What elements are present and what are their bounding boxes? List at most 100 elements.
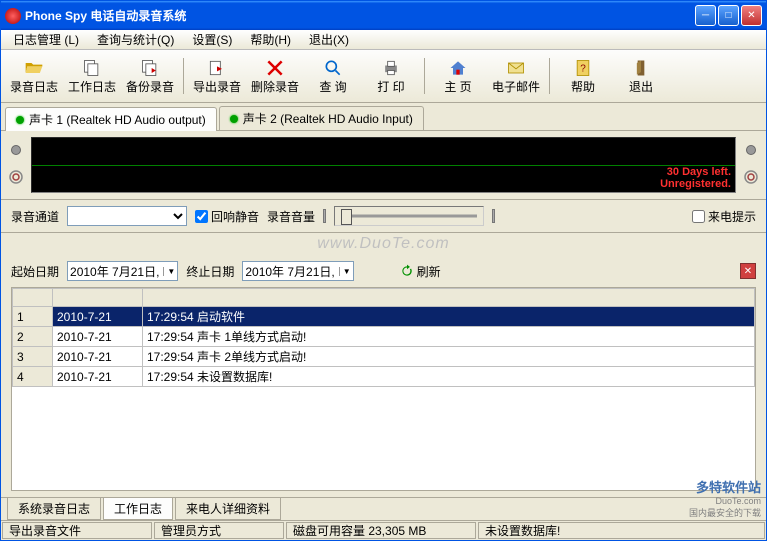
brand-slogan: 国内最安全的下载 (689, 506, 761, 519)
search-icon (323, 58, 343, 78)
start-date-label: 起始日期 (11, 263, 59, 280)
export-icon (207, 58, 227, 78)
slider-end-right (492, 209, 495, 223)
toolbar: 录音日志 工作日志 备份录音 导出录音 删除录音 查 询 打 印 (1, 50, 766, 103)
led-icon (230, 115, 238, 123)
brand-name: 多特软件站 (689, 477, 761, 496)
incoming-hint-input[interactable] (692, 210, 705, 223)
tb-rec-log-label: 录音日志 (10, 78, 58, 95)
svg-text:?: ? (580, 63, 586, 74)
btab-sys-log[interactable]: 系统录音日志 (7, 498, 101, 520)
tab-soundcard-1-label: 声卡 1 (Realtek HD Audio output) (29, 111, 206, 128)
tb-email-label: 电子邮件 (492, 78, 540, 95)
copy-icon (82, 58, 102, 78)
incoming-hint-checkbox[interactable]: 来电提示 (692, 208, 756, 225)
refresh-button[interactable]: 刷新 (400, 263, 441, 280)
brand-url: DuoTe.com (689, 496, 761, 506)
tab-soundcard-2-label: 声卡 2 (Realtek HD Audio Input) (243, 110, 413, 127)
table-row[interactable]: 4 2010-7-21 17:29:54 未设置数据库! (13, 367, 755, 387)
menu-exit[interactable]: 退出(X) (301, 29, 357, 50)
close-button[interactable]: ✕ (741, 5, 762, 26)
end-date-picker[interactable]: 2010年 7月21日, ▼ (242, 261, 353, 281)
row-message: 17:29:54 启动软件 (143, 307, 755, 327)
row-message: 17:29:54 声卡 1单线方式启动! (143, 327, 755, 347)
row-date: 2010-7-21 (53, 307, 143, 327)
status-dot-right (746, 145, 756, 155)
tb-rec-log[interactable]: 录音日志 (7, 54, 61, 98)
menu-log[interactable]: 日志管理 (L) (5, 29, 87, 50)
table-row[interactable]: 1 2010-7-21 17:29:54 启动软件 (13, 307, 755, 327)
tb-exit-label: 退出 (629, 78, 653, 95)
btab-caller-detail[interactable]: 来电人详细资料 (175, 498, 281, 520)
led-icon (16, 116, 24, 124)
row-index: 2 (13, 327, 53, 347)
table-row[interactable]: 2 2010-7-21 17:29:54 声卡 1单线方式启动! (13, 327, 755, 347)
coil-icon[interactable] (8, 169, 24, 185)
tb-home[interactable]: 主 页 (431, 54, 485, 98)
menu-query[interactable]: 查询与统计(Q) (89, 29, 182, 50)
home-icon (448, 58, 468, 78)
menubar: 日志管理 (L) 查询与统计(Q) 设置(S) 帮助(H) 退出(X) (1, 30, 766, 50)
echo-mute-label: 回响静音 (211, 208, 259, 225)
status-admin-mode: 管理员方式 (154, 522, 284, 539)
maximize-button[interactable]: □ (718, 5, 739, 26)
slider-thumb[interactable] (341, 209, 352, 225)
table-row[interactable]: 3 2010-7-21 17:29:54 声卡 2单线方式启动! (13, 347, 755, 367)
status-export-file: 导出录音文件 (2, 522, 152, 539)
tb-print[interactable]: 打 印 (364, 54, 418, 98)
status-db: 未设置数据库! (478, 522, 765, 539)
row-date: 2010-7-21 (53, 367, 143, 387)
help-icon: ? (573, 58, 593, 78)
coil-icon[interactable] (743, 169, 759, 185)
minimize-button[interactable]: ─ (695, 5, 716, 26)
statusbar: 导出录音文件 管理员方式 磁盘可用容量 23,305 MB 未设置数据库! (1, 520, 766, 540)
tb-home-label: 主 页 (444, 78, 471, 95)
delete-icon (265, 58, 285, 78)
log-grid: 1 2010-7-21 17:29:54 启动软件 2 2010-7-21 17… (11, 287, 756, 491)
tab-soundcard-2[interactable]: 声卡 2 (Realtek HD Audio Input) (219, 106, 424, 130)
print-icon (381, 58, 401, 78)
grid-header-row (13, 289, 755, 307)
echo-mute-input[interactable] (195, 210, 208, 223)
tb-export[interactable]: 导出录音 (190, 54, 244, 98)
tb-work-log[interactable]: 工作日志 (65, 54, 119, 98)
panel-close-button[interactable]: ✕ (740, 263, 756, 279)
menu-settings[interactable]: 设置(S) (184, 29, 240, 50)
exit-icon (631, 58, 651, 78)
refresh-label: 刷新 (417, 263, 441, 280)
echo-mute-checkbox[interactable]: 回响静音 (195, 208, 259, 225)
status-dot-left (11, 145, 21, 155)
folder-open-icon (24, 58, 44, 78)
controls-row: 录音通道 回响静音 录音音量 来电提示 (1, 200, 766, 233)
chevron-down-icon: ▼ (163, 267, 175, 276)
tb-delete[interactable]: 删除录音 (248, 54, 302, 98)
tb-exit[interactable]: 退出 (614, 54, 668, 98)
watermark: www.DuoTe.com (1, 233, 766, 255)
channel-select[interactable] (67, 206, 187, 226)
tb-export-label: 导出录音 (193, 78, 241, 95)
tb-backup[interactable]: 备份录音 (123, 54, 177, 98)
start-date-value: 2010年 7月21日, (70, 263, 159, 280)
grid-header-message[interactable] (143, 289, 755, 307)
row-date: 2010-7-21 (53, 347, 143, 367)
volume-slider[interactable] (334, 206, 484, 226)
brand-watermark: 多特软件站 DuoTe.com 国内最安全的下载 (689, 477, 761, 519)
volume-label: 录音音量 (267, 208, 315, 225)
menu-help[interactable]: 帮助(H) (242, 29, 299, 50)
toolbar-separator (424, 58, 425, 94)
tb-help[interactable]: ? 帮助 (556, 54, 610, 98)
trial-notice: 30 Days left. Unregistered. (660, 166, 731, 190)
backup-icon (140, 58, 160, 78)
start-date-picker[interactable]: 2010年 7月21日, ▼ (67, 261, 178, 281)
grid-header-date[interactable] (53, 289, 143, 307)
window-title: Phone Spy 电话自动录音系统 (25, 7, 695, 24)
waveform-display: 30 Days left. Unregistered. (31, 137, 736, 193)
tb-email[interactable]: 电子邮件 (489, 54, 543, 98)
tb-search[interactable]: 查 询 (306, 54, 360, 98)
trial-unregistered: Unregistered. (660, 178, 731, 190)
btab-work-log[interactable]: 工作日志 (103, 498, 173, 520)
grid-header-index[interactable] (13, 289, 53, 307)
tb-work-log-label: 工作日志 (68, 78, 116, 95)
tb-search-label: 查 询 (319, 78, 346, 95)
tab-soundcard-1[interactable]: 声卡 1 (Realtek HD Audio output) (5, 107, 217, 131)
